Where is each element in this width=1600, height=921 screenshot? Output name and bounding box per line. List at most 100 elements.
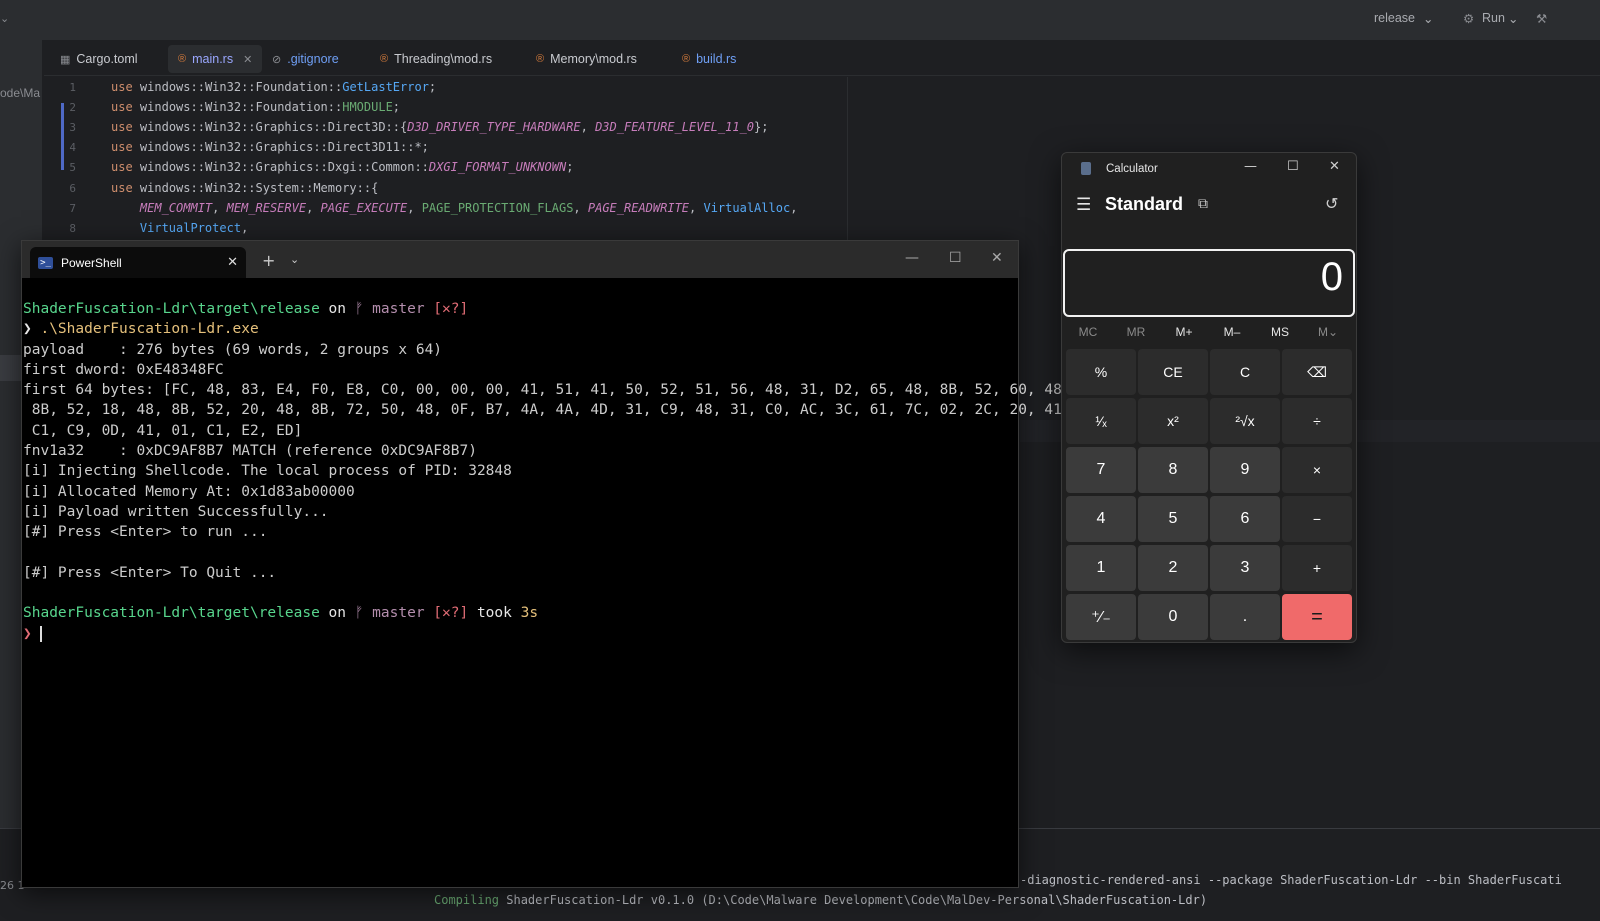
line-number: 7 <box>69 202 76 215</box>
reciprocal-button[interactable]: ¹⁄ₓ <box>1066 398 1136 444</box>
divide-button[interactable]: ÷ <box>1282 398 1352 444</box>
project-selection <box>0 355 22 381</box>
digit-2-button[interactable]: 2 <box>1138 545 1208 591</box>
minimize-icon[interactable]: — <box>905 250 919 266</box>
terminal-output[interactable]: ShaderFuscation-Ldr\target\release on ᚠ … <box>23 299 1071 644</box>
prompt-line: ShaderFuscation-Ldr\target\release on ᚠ … <box>23 301 469 317</box>
equals-button[interactable]: = <box>1282 594 1352 640</box>
memory-recall-button[interactable]: MR <box>1112 325 1160 339</box>
input-line[interactable]: ❯ <box>23 624 1019 644</box>
memory-row: MC MR M+ M– MS M⌄ <box>1064 323 1356 345</box>
tab-build-rs[interactable]: ® build.rs <box>672 45 746 73</box>
clear-button[interactable]: C <box>1210 349 1280 395</box>
line-number: 6 <box>69 182 76 195</box>
tab-powershell[interactable]: >_ PowerShell ✕ <box>30 247 246 278</box>
code-line: use windows::Win32::Foundation::HMODULE; <box>111 100 401 114</box>
terminal-titlebar: >_ PowerShell ✕ + ⌄ — ☐ ✕ <box>22 241 1018 278</box>
run-button[interactable]: Run <box>1482 11 1505 25</box>
prompt-line: ShaderFuscation-Ldr\target\release on ᚠ … <box>23 605 539 622</box>
digit-6-button[interactable]: 6 <box>1210 496 1280 542</box>
tab-title: PowerShell <box>61 255 122 270</box>
output-line: [i] Payload written Successfully... <box>23 503 329 520</box>
tab-main-rs[interactable]: ® main.rs ✕ <box>168 45 263 73</box>
digit-8-button[interactable]: 8 <box>1138 447 1208 493</box>
code-line: use windows::Win32::Graphics::Direct3D::… <box>111 120 769 134</box>
code-line: use windows::Win32::Graphics::Direct3D11… <box>111 140 429 154</box>
square-button[interactable]: x² <box>1138 398 1208 444</box>
code-line: use windows::Win32::Graphics::Dxgi::Comm… <box>111 160 574 174</box>
percent-button[interactable]: % <box>1066 349 1136 395</box>
calculator-mode-title: Standard <box>1105 194 1184 214</box>
memory-clear-button[interactable]: MC <box>1064 325 1112 339</box>
line-number: 8 <box>69 222 76 235</box>
add-button[interactable]: + <box>1282 545 1352 591</box>
tab-cargo-toml[interactable]: ▦ Cargo.toml <box>50 45 148 73</box>
digit-0-button[interactable]: 0 <box>1138 594 1208 640</box>
tab-memory-mod[interactable]: ® Memory\mod.rs <box>526 45 647 73</box>
code-line: VirtualProtect, <box>139 221 249 235</box>
chevron-down-icon[interactable]: ⌄ <box>1508 11 1518 26</box>
calculator-app-icon <box>1081 162 1091 175</box>
code-line: MEM_COMMIT, MEM_RESERVE, PAGE_EXECUTE, P… <box>139 201 798 215</box>
tab-threading-mod[interactable]: ® Threading\mod.rs <box>370 45 502 73</box>
tab-label: Cargo.toml <box>76 52 138 66</box>
tab-label: Memory\mod.rs <box>550 52 637 66</box>
calculator-window: Calculator — ☐ ✕ ☰ Standard ⧉ ↺ 0 MC MR … <box>1061 152 1357 643</box>
memory-store-button[interactable]: MS <box>1256 325 1304 339</box>
hamburger-menu-icon[interactable]: ☰ <box>1076 195 1091 215</box>
digit-5-button[interactable]: 5 <box>1138 496 1208 542</box>
run-configuration-select[interactable]: release <box>1374 11 1415 25</box>
backspace-button[interactable]: ⌫ <box>1282 349 1352 395</box>
subtract-button[interactable]: − <box>1282 496 1352 542</box>
clear-entry-button[interactable]: CE <box>1138 349 1208 395</box>
tab-label: build.rs <box>696 52 737 66</box>
run-icon: ⚙ <box>1463 12 1475 26</box>
digit-3-button[interactable]: 3 <box>1210 545 1280 591</box>
tab-gitignore[interactable]: ⊘ .gitignore <box>262 45 349 73</box>
maximize-icon[interactable]: ☐ <box>1287 159 1299 174</box>
chevron-down-icon[interactable]: ⌄ <box>0 12 9 25</box>
minimize-icon[interactable]: — <box>1244 159 1257 174</box>
line-number: 4 <box>69 141 76 154</box>
output-line: payload : 276 bytes (69 words, 2 groups … <box>23 341 443 358</box>
maximize-icon[interactable]: ☐ <box>949 250 962 266</box>
grid-icon: ▦ <box>60 53 71 66</box>
output-line: 8B, 52, 18, 48, 8B, 52, 20, 48, 8B, 72, … <box>23 402 1071 419</box>
rust-icon: ® <box>536 53 545 65</box>
decimal-button[interactable]: . <box>1210 594 1280 640</box>
memory-subtract-button[interactable]: M– <box>1208 325 1256 339</box>
line-number: 1 <box>69 81 76 94</box>
digit-7-button[interactable]: 7 <box>1066 447 1136 493</box>
desktop: ⌄ release ⌄ ⚙ Run ⌄ ⚒ ode\Ma ▦ Cargo.tom… <box>0 0 1600 921</box>
digit-1-button[interactable]: 1 <box>1066 545 1136 591</box>
calculator-display: 0 <box>1063 249 1355 317</box>
close-icon[interactable]: ✕ <box>227 255 238 270</box>
close-icon[interactable]: ✕ <box>243 53 252 66</box>
memory-add-button[interactable]: M+ <box>1160 325 1208 339</box>
chevron-down-icon[interactable]: ⌄ <box>1423 11 1433 26</box>
line-number: 5 <box>69 161 76 174</box>
square-root-button[interactable]: ²√x <box>1210 398 1280 444</box>
negate-button[interactable]: ⁺⁄₋ <box>1066 594 1136 640</box>
chevron-down-icon[interactable]: ⌄ <box>290 253 299 266</box>
close-icon[interactable]: ✕ <box>991 250 1003 266</box>
tab-label: main.rs <box>192 52 234 66</box>
hammer-icon[interactable]: ⚒ <box>1536 11 1547 26</box>
output-line: [#] Press <Enter> to run ... <box>23 524 268 541</box>
command-line: ❯ .\ShaderFuscation-Ldr.exe <box>23 321 259 338</box>
close-icon[interactable]: ✕ <box>1329 159 1340 174</box>
multiply-button[interactable]: × <box>1282 447 1352 493</box>
new-tab-plus-icon[interactable]: + <box>262 251 275 270</box>
history-icon[interactable]: ↺ <box>1325 194 1338 213</box>
code-editor[interactable]: 1 2 3 4 5 6 7 8 use windows::Win32::Foun… <box>44 77 848 247</box>
digit-9-button[interactable]: 9 <box>1210 447 1280 493</box>
text-cursor <box>40 625 43 642</box>
rust-icon: ® <box>682 53 691 65</box>
keep-on-top-icon[interactable]: ⧉ <box>1198 196 1208 212</box>
display-value: 0 <box>1320 255 1343 299</box>
memory-list-button[interactable]: M⌄ <box>1304 325 1352 339</box>
digit-4-button[interactable]: 4 <box>1066 496 1136 542</box>
line-number: 3 <box>69 121 76 134</box>
